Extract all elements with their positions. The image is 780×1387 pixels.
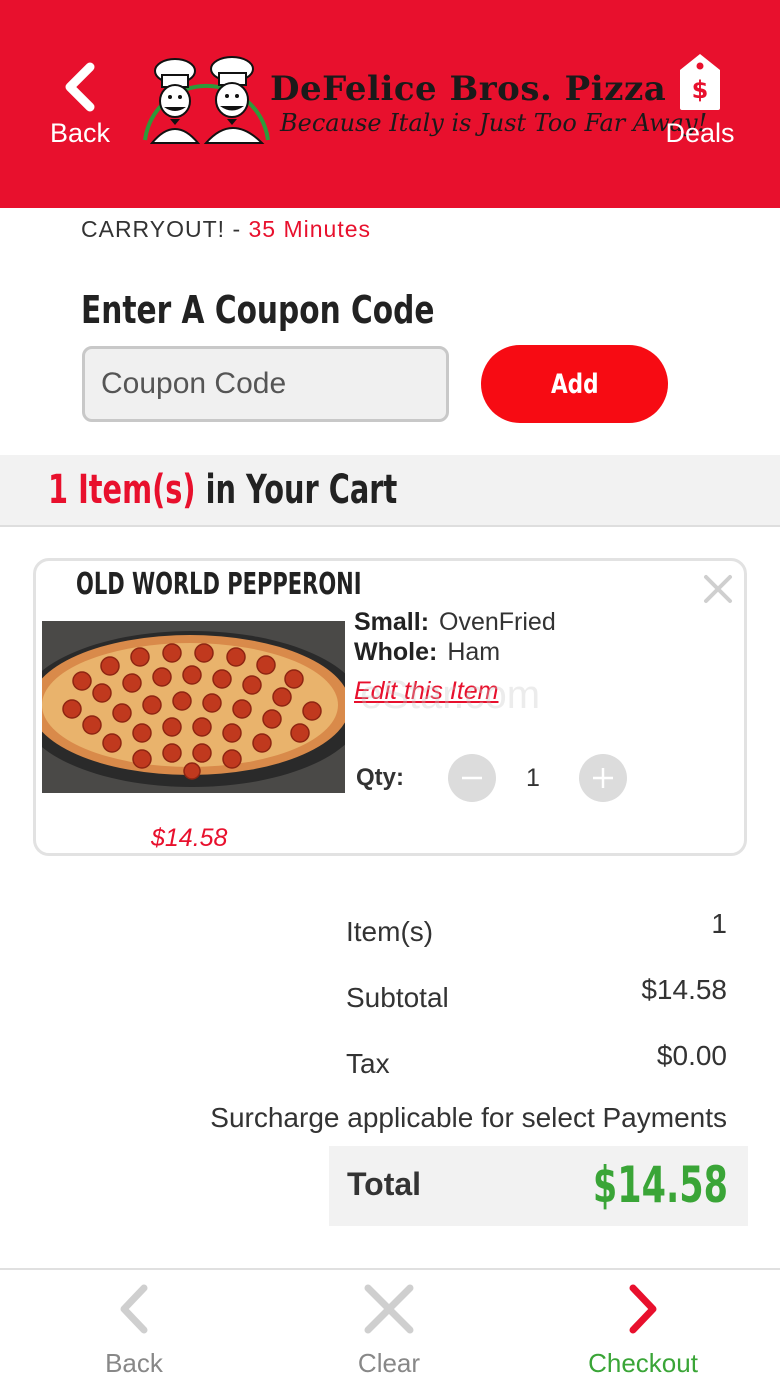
item-name: OLD WORLD PEPPERONI <box>76 567 362 602</box>
summary-tax-value: $0.00 <box>656 1040 727 1071</box>
nav-clear-label: Clear <box>357 1348 421 1378</box>
order-type-separator: - <box>232 216 242 242</box>
option-value: OvenFried <box>439 608 556 636</box>
qty-label: Qty: <box>356 764 404 791</box>
chevron-right-icon <box>629 1284 657 1334</box>
nav-checkout-label: Checkout <box>588 1348 698 1378</box>
pizza-image <box>42 621 345 793</box>
option-value: Ham <box>447 638 501 666</box>
header-back-label: Back <box>49 118 111 148</box>
coupon-code-input[interactable] <box>82 346 449 422</box>
minus-icon <box>462 776 482 780</box>
edit-item-link[interactable]: Edit this Item <box>354 677 499 706</box>
cart-item-card: OLD WORLD PEPPERONI Small: OvenFried Whol… <box>33 558 747 856</box>
summary-items-value: 1 <box>711 908 727 939</box>
qty-increase-button[interactable] <box>579 754 627 802</box>
header-deals-button[interactable]: $ Deals <box>655 52 745 149</box>
close-icon <box>364 1284 414 1334</box>
total-label: Total <box>347 1166 422 1202</box>
nav-back-button[interactable]: Back <box>54 1282 214 1379</box>
qty-value: 1 <box>526 764 540 792</box>
brand-name: DeFelice Bros. Pizza <box>270 69 667 109</box>
chefs-logo-icon <box>143 56 270 144</box>
plus-icon <box>593 768 613 788</box>
order-type-line: CARRYOUT! - 35 Minutes <box>81 216 371 243</box>
option-label: Small: <box>354 608 430 636</box>
header-back-button[interactable]: Back <box>40 52 120 149</box>
brand-logo: DeFelice Bros. Pizza Because Italy is Ju… <box>140 55 707 150</box>
cart-count-heading: 1 Item(s) in Your Cart <box>48 467 397 513</box>
order-ready-time: 35 Minutes <box>248 216 372 242</box>
summary-tax-label: Tax <box>346 1048 390 1079</box>
total-value: $14.58 <box>592 1156 728 1214</box>
cart-item-count: 1 Item(s) <box>48 467 196 513</box>
remove-item-icon[interactable] <box>700 571 736 607</box>
total-box: Total $14.58 <box>329 1146 748 1226</box>
price-tag-icon: $ <box>680 54 720 110</box>
nav-checkout-button[interactable]: Checkout <box>563 1282 723 1379</box>
app-header: Back DeFelice Bros. Pizza Because Italy … <box>0 0 780 208</box>
coupon-title: Enter A Coupon Code <box>81 288 435 332</box>
cart-count-suffix: in Your Cart <box>205 467 398 513</box>
chevron-left-icon <box>120 1284 148 1334</box>
option-label: Whole: <box>354 638 438 666</box>
chevron-left-icon <box>65 62 95 112</box>
add-coupon-button[interactable]: Add <box>481 345 668 423</box>
nav-clear-button[interactable]: Clear <box>309 1282 469 1379</box>
surcharge-note: Surcharge applicable for select Payments <box>210 1102 727 1133</box>
svg-text:$: $ <box>692 76 709 104</box>
order-type-label: CARRYOUT! <box>81 216 226 242</box>
summary-items-label: Item(s) <box>346 916 434 947</box>
summary-subtotal-label: Subtotal <box>346 982 449 1013</box>
item-option-size: Small: OvenFried <box>354 608 556 637</box>
add-coupon-label: Add <box>550 368 599 400</box>
cart-count-band: 1 Item(s) in Your Cart <box>0 455 780 527</box>
bottom-nav: Back Clear Checkout <box>0 1268 780 1387</box>
qty-decrease-button[interactable] <box>448 754 496 802</box>
summary-subtotal-value: $14.58 <box>641 974 727 1005</box>
header-deals-label: Deals <box>665 118 735 148</box>
item-price: $14.58 <box>151 824 228 852</box>
brand-tagline: Because Italy is Just Too Far Away! <box>280 109 708 137</box>
nav-back-label: Back <box>105 1348 163 1378</box>
item-option-topping: Whole: Ham <box>354 638 500 667</box>
